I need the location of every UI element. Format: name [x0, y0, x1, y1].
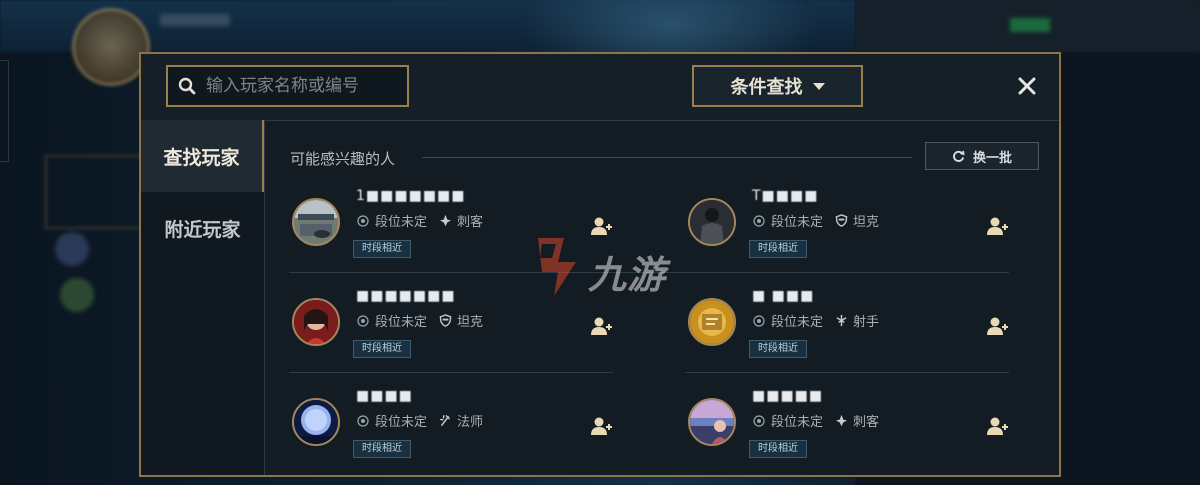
avatar[interactable]: [688, 198, 736, 246]
player-meta: 段位未定 射手: [753, 311, 879, 330]
rank-icon: [357, 414, 369, 427]
player-meta: 段位未定 坦克: [753, 211, 879, 230]
player-meta: 段位未定 法师: [357, 411, 483, 430]
marksman-icon: [836, 314, 847, 327]
refresh-label: 换一批: [972, 150, 1012, 166]
add-friend-icon[interactable]: [591, 316, 613, 336]
status-badge: 时段相近: [749, 240, 807, 258]
watermark-logo-icon: [538, 238, 576, 296]
rank-icon: [357, 314, 369, 327]
status-badge: 时段相近: [749, 440, 807, 458]
row-divider: [685, 372, 1009, 373]
tab-label: 附近玩家: [164, 218, 241, 241]
player-card[interactable]: ■■■■■ 段位未定 刺客 时段相近: [685, 388, 1012, 484]
rank-text: 段位未定: [771, 415, 824, 430]
search-box[interactable]: [166, 65, 409, 107]
assassin-icon: [835, 414, 848, 427]
background-profile-name: [160, 14, 230, 26]
role-text: 坦克: [457, 315, 484, 330]
assassin-icon: [439, 214, 452, 227]
search-input[interactable]: [204, 75, 398, 97]
role-text: 刺客: [853, 415, 880, 430]
add-friend-icon[interactable]: [987, 216, 1009, 236]
status-badge: 时段相近: [353, 240, 411, 258]
row-divider: [289, 372, 613, 373]
status-badge: 时段相近: [749, 340, 807, 358]
dialog-header: 条件查找: [141, 54, 1059, 121]
player-name: ■■■■■: [752, 388, 824, 403]
background-avatar: [55, 232, 89, 266]
player-card[interactable]: ■■■■■■■ 段位未定 坦克 时段相近: [289, 288, 616, 384]
tank-icon: [835, 214, 848, 227]
avatar[interactable]: [292, 198, 340, 246]
sidebar: 查找玩家 附近玩家: [141, 120, 265, 475]
tab-find-player[interactable]: 查找玩家: [141, 120, 264, 192]
role-text: 射手: [853, 315, 880, 330]
player-name: ■ ■■■: [752, 288, 815, 303]
rank-icon: [753, 314, 765, 327]
rank-text: 段位未定: [771, 215, 824, 230]
avatar[interactable]: [688, 398, 736, 446]
add-friend-icon[interactable]: [987, 416, 1009, 436]
caret-down-icon: [812, 82, 825, 90]
status-badge: 时段相近: [353, 440, 411, 458]
watermark-logo: 九游: [528, 232, 678, 300]
close-icon[interactable]: [1015, 74, 1039, 98]
avatar[interactable]: [292, 398, 340, 446]
avatar[interactable]: [688, 298, 736, 346]
status-badge: 时段相近: [353, 340, 411, 358]
background-avatar: [60, 278, 94, 312]
player-meta: 段位未定 刺客: [357, 211, 483, 230]
rank-text: 段位未定: [375, 315, 428, 330]
rank-text: 段位未定: [375, 215, 428, 230]
player-card[interactable]: T■■■■ 段位未定 坦克 时段相近: [685, 188, 1012, 284]
role-text: 法师: [457, 415, 484, 430]
rank-text: 段位未定: [771, 315, 824, 330]
rank-icon: [753, 214, 765, 227]
tank-icon: [439, 314, 452, 327]
avatar[interactable]: [292, 298, 340, 346]
player-meta: 段位未定 刺客: [753, 411, 879, 430]
player-name: T■■■■: [752, 188, 819, 203]
add-friend-icon[interactable]: [591, 416, 613, 436]
section-divider: [422, 157, 912, 158]
player-name: ■■■■: [356, 388, 413, 403]
tab-nearby-player[interactable]: 附近玩家: [141, 192, 264, 264]
player-name: ■■■■■■■: [356, 288, 456, 303]
section-title: 可能感兴趣的人: [290, 150, 396, 168]
refresh-icon: [953, 150, 965, 162]
add-friend-icon[interactable]: [987, 316, 1009, 336]
background-card: [45, 155, 149, 229]
mage-icon: [440, 415, 450, 426]
player-meta: 段位未定 坦克: [357, 311, 483, 330]
rank-icon: [753, 414, 765, 427]
background-left-strip: [0, 60, 9, 162]
role-text: 坦克: [853, 215, 880, 230]
rank-icon: [357, 214, 369, 227]
filter-label: 条件查找: [730, 77, 803, 98]
tab-label: 查找玩家: [163, 146, 240, 169]
player-name: 1■■■■■■■: [356, 188, 466, 203]
background-status-badge: [1010, 18, 1050, 32]
player-card[interactable]: ■■■■ 段位未定 法师 时段相近: [289, 388, 616, 484]
player-card[interactable]: ■ ■■■ 段位未定 射手 时段相近: [685, 288, 1012, 384]
search-icon: [178, 77, 196, 95]
watermark-text: 九游: [588, 253, 667, 297]
rank-text: 段位未定: [375, 415, 428, 430]
filter-dropdown-button[interactable]: 条件查找: [692, 65, 863, 107]
role-text: 刺客: [457, 215, 484, 230]
refresh-button[interactable]: 换一批: [925, 142, 1039, 170]
